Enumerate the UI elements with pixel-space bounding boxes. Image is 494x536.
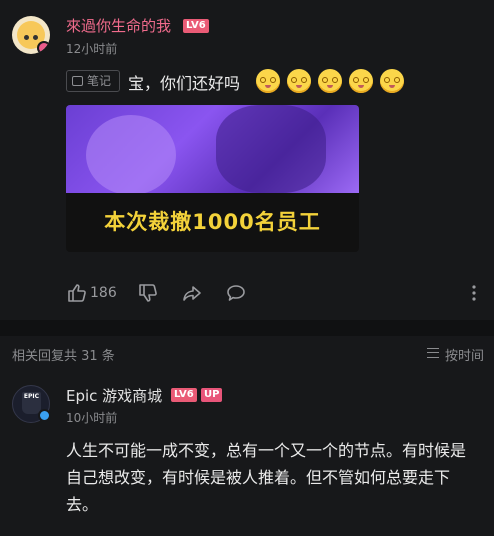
comment-button[interactable] (225, 282, 247, 306)
like-button[interactable]: 186 (66, 282, 117, 306)
post-text: 宝，你们还好吗 (128, 74, 241, 93)
post-section: 來過你生命的我 LV6 12小时前 笔记 宝，你们还好吗 本次裁撤1000名员工… (0, 0, 494, 320)
thumbs-down-icon (139, 284, 157, 302)
reply-text: 人生不可能一成不变，总有一个又一个的节点。有时候是自己想改变，有时候是被人推着。… (66, 441, 467, 514)
note-tag[interactable]: 笔记 (66, 70, 120, 92)
dislike-button[interactable] (137, 282, 159, 306)
like-count: 186 (90, 285, 117, 301)
user-avatar[interactable] (12, 16, 50, 54)
comment-icon (227, 285, 245, 301)
more-options-button[interactable] (470, 282, 478, 306)
avatar-eye (24, 35, 29, 40)
share-button[interactable] (181, 282, 203, 306)
level-badge: LV6 (183, 19, 209, 33)
epic-logo-icon: EPIC (22, 392, 41, 414)
blushing-emoji-icon (380, 69, 404, 93)
up-badge: UP (201, 388, 223, 402)
reply-author-name[interactable]: Epic 游戏商城 (66, 385, 162, 406)
avatar-eye (33, 35, 38, 40)
reply-time: 10小时前 (66, 411, 118, 425)
sort-label: 按时间 (444, 349, 484, 364)
sort-by-time-button[interactable]: 按时间 (425, 345, 484, 364)
post-image-photo (66, 105, 359, 195)
thumbs-up-icon (68, 284, 86, 302)
more-vertical-icon (472, 285, 476, 301)
replies-count-label: 相关回复共 31 条 (12, 349, 115, 364)
post-image[interactable]: 本次裁撤1000名员工 (66, 105, 359, 252)
sort-icon (426, 348, 439, 358)
blushing-emoji-icon (318, 69, 342, 93)
share-icon (183, 286, 201, 301)
post-author-name[interactable]: 來過你生命的我 (66, 15, 171, 36)
post-image-caption: 本次裁撤1000名员工 (66, 193, 359, 252)
section-divider (0, 320, 494, 336)
post-time: 12小时前 (66, 42, 118, 56)
blushing-emoji-icon (287, 69, 311, 93)
reply-avatar[interactable]: EPIC (12, 385, 51, 423)
level-badge: LV6 (171, 388, 197, 402)
avatar-badge-icon (37, 41, 50, 54)
note-tag-label: 笔记 (87, 74, 112, 88)
note-icon (72, 76, 83, 86)
blushing-emoji-icon (256, 69, 280, 93)
replies-header: 相关回复共 31 条 按时间 (0, 336, 494, 370)
blushing-emoji-icon (349, 69, 373, 93)
post-actions: 186 (66, 282, 486, 306)
verified-badge-icon (38, 409, 51, 422)
